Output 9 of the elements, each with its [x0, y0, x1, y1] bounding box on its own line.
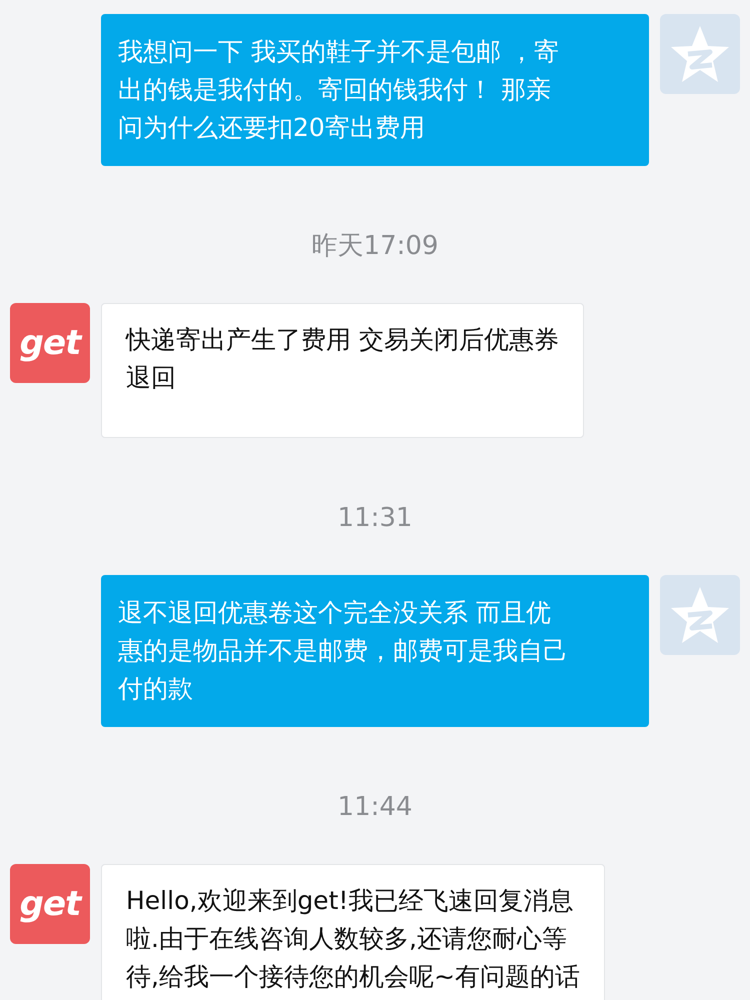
- logo-avatar: get: [10, 864, 90, 944]
- logo-avatar: get: [10, 303, 90, 383]
- message-bubble: 快递寄出产生了费用 交易关闭后优惠券 退回: [101, 303, 584, 438]
- message-bubble: 退不退回优惠卷这个完全没关系 而且优 惠的是物品并不是邮费，邮费可是我自己 付的款: [101, 575, 649, 727]
- timestamp: 昨天17:09: [312, 230, 438, 263]
- timestamp: 11:31: [338, 502, 412, 535]
- timestamp: 11:44: [338, 791, 412, 824]
- message-bubble: 我想问一下 我买的鞋子并不是包邮 ，寄 出的钱是我付的。寄回的钱我付！ 那亲 问为什么还要扣20寄出费用: [101, 14, 649, 166]
- message-bubble: Hello,欢迎来到get!我已经飞速回复消息 啦.由于在线咨询人数较多,还请您耐心等 待,给我一个接待您的机会呢~有问题的话: [101, 864, 605, 1000]
